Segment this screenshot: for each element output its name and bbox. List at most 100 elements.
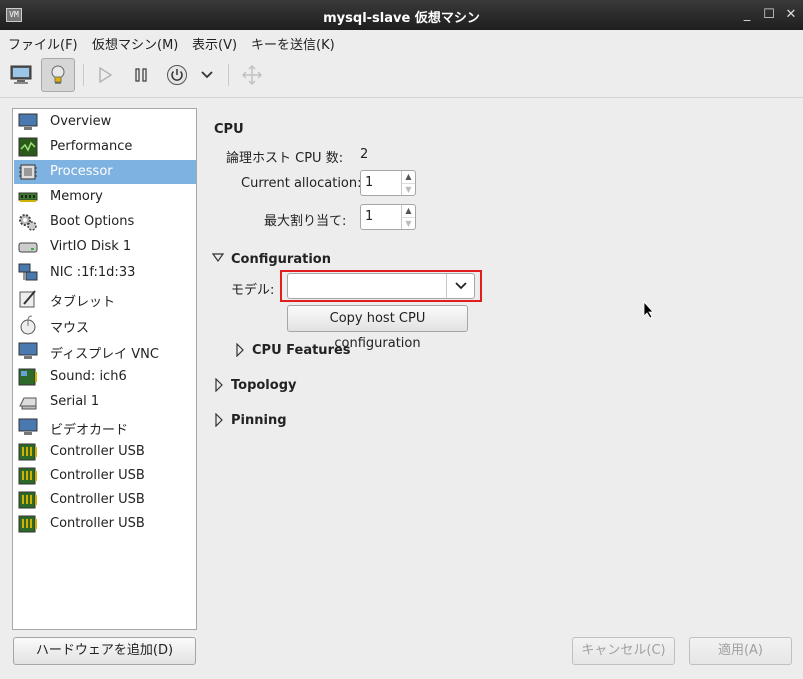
close-button[interactable]: ✕ [782,6,800,24]
sidebar-item-performance[interactable]: Performance [14,135,196,159]
sidebar-item-boot-options[interactable]: Boot Options [14,210,196,234]
sidebar-item-label: NIC :1f:1d:33 [50,265,136,280]
model-label: モデル: [231,283,275,298]
sidebar-item-overview[interactable]: Overview [14,110,196,134]
sidebar-item-label: タブレット [50,295,116,310]
pause-icon [135,68,147,82]
logical-cpus-value: 2 [360,147,369,162]
expander-closed-icon[interactable] [235,343,245,357]
apply-button[interactable]: 適用(A) [689,637,792,665]
sidebar-item-label: Sound: ich6 [50,369,127,384]
details-button[interactable] [41,58,75,92]
spin-up-icon[interactable]: ▲ [402,205,415,217]
sidebar-item-mouse[interactable]: マウス [14,313,196,337]
max-allocation-value: 1 [365,209,374,224]
configuration-title[interactable]: Configuration [231,252,331,267]
sidebar-item-label: Processor [50,164,113,179]
fullscreen-icon [241,64,263,86]
toolbar [0,54,803,98]
sidebar-item-label: Controller USB [50,492,145,507]
sidebar-item-controller-usb[interactable]: Controller USB [14,440,196,464]
max-allocation-spinner[interactable]: 1 ▲ ▼ [360,204,416,230]
menu-vm[interactable]: 仮想マシン(M) [92,34,178,53]
hardware-list: Overview Performance Processor Memory Bo… [12,108,197,630]
chevron-down-icon [201,71,213,79]
toolbar-separator [83,64,84,86]
sidebar-item-controller-usb[interactable]: Controller USB [14,488,196,512]
details-icon [51,65,65,84]
spin-down-icon[interactable]: ▼ [402,217,415,229]
sidebar-item-processor[interactable]: Processor [14,160,196,184]
minimize-button[interactable]: _ [738,6,756,24]
sidebar-item-label: Controller USB [50,444,145,459]
sidebar-item-display-vnc[interactable]: ディスプレイ VNC [14,339,196,363]
run-icon [99,67,112,83]
sidebar-item-virtio-disk[interactable]: VirtIO Disk 1 [14,235,196,259]
menu-view[interactable]: 表示(V) [192,34,237,53]
current-allocation-label: Current allocation: [241,176,362,191]
cancel-button[interactable]: キャンセル(C) [572,637,675,665]
sidebar-item-label: Overview [50,114,112,129]
maximize-button[interactable]: ☐ [760,6,778,24]
mouse-icon [20,315,36,335]
max-allocation-label: 最大割り当て: [264,214,347,229]
logical-cpus-label: 論理ホスト CPU 数: [226,151,344,166]
fullscreen-button[interactable] [235,58,269,92]
monitor-icon [18,113,38,130]
sidebar-item-label: Boot Options [50,214,135,229]
serial-icon [19,397,37,410]
expander-closed-icon[interactable] [214,378,224,392]
display-icon [18,342,38,359]
topology-title[interactable]: Topology [231,378,296,393]
cpu-section-title: CPU [214,122,244,137]
menu-send-key[interactable]: キーを送信(K) [251,34,335,53]
spin-down-icon[interactable]: ▼ [402,183,415,195]
shutdown-menu-button[interactable] [192,58,222,92]
pinning-title[interactable]: Pinning [231,413,287,428]
chart-icon [18,137,38,157]
sound-icon [18,368,37,386]
spin-up-icon[interactable]: ▲ [402,171,415,183]
run-button[interactable] [88,58,122,92]
video-icon [18,418,38,435]
sidebar-item-tablet[interactable]: タブレット [14,287,196,311]
console-icon [10,65,32,84]
model-combo[interactable] [287,273,475,299]
sidebar-item-label: ディスプレイ VNC [50,347,159,362]
cpu-features-title[interactable]: CPU Features [252,343,351,358]
sidebar-item-label: Controller USB [50,516,145,531]
sidebar-item-memory[interactable]: Memory [14,185,196,209]
toolbar-separator [228,64,229,86]
sidebar-item-label: ビデオカード [50,423,129,438]
usb-icon [18,443,37,461]
shutdown-icon [167,65,187,85]
model-dropdown-button[interactable] [446,274,474,298]
current-allocation-spinner[interactable]: 1 ▲ ▼ [360,170,416,196]
menu-file[interactable]: ファイル(F) [8,34,78,53]
expander-open-icon[interactable] [212,253,224,263]
expander-closed-icon[interactable] [214,413,224,427]
sidebar-item-video[interactable]: ビデオカード [14,415,196,439]
add-hardware-button[interactable]: ハードウェアを追加(D) [13,637,196,665]
menu-bar: ファイル(F) 仮想マシン(M) 表示(V) キーを送信(K) [0,30,803,54]
cpu-icon [19,164,37,180]
pause-button[interactable] [124,58,158,92]
shutdown-button[interactable] [160,58,194,92]
sidebar-item-controller-usb[interactable]: Controller USB [14,464,196,488]
mouse-cursor-icon [643,301,654,319]
sidebar-item-serial[interactable]: Serial 1 [14,390,196,414]
sidebar-item-controller-usb[interactable]: Controller USB [14,512,196,536]
sidebar-item-label: Memory [50,189,103,204]
sidebar-item-nic[interactable]: NIC :1f:1d:33 [14,261,196,285]
copy-host-cpu-button[interactable]: Copy host CPU configuration [287,305,468,351]
title-bar: VM mysql-slave 仮想マシン _ ☐ ✕ [0,0,803,30]
sidebar-item-label: マウス [50,321,90,336]
sidebar-item-label: Serial 1 [50,394,100,409]
current-allocation-value: 1 [365,175,374,190]
console-button[interactable] [4,58,38,92]
sidebar-item-sound[interactable]: Sound: ich6 [14,365,196,389]
gear-icon [19,214,37,231]
network-icon [18,263,38,281]
usb-icon [18,467,37,485]
sidebar-item-label: Performance [50,139,133,154]
